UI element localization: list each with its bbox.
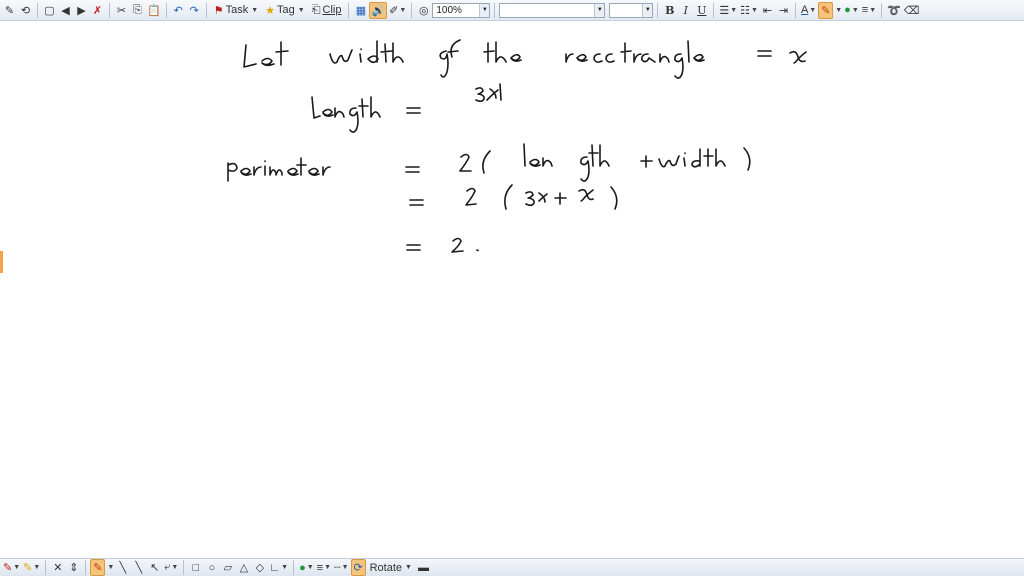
rotate-icon[interactable]: ⟳ <box>350 559 366 576</box>
dropdown-arrow-icon: ▼ <box>405 564 412 571</box>
connector-tool-icon[interactable]: ⤶ ▼ <box>163 559 179 576</box>
toolbar-divider <box>37 2 38 18</box>
bold-button[interactable]: B <box>662 2 677 19</box>
delete-page-icon[interactable]: ✗ <box>90 2 105 19</box>
dropdown-arrow-icon: ▼ <box>642 3 653 17</box>
clip-icon: ⎗ <box>311 3 321 16</box>
task-label: Task <box>225 4 249 16</box>
toolbar-divider <box>85 560 87 575</box>
copy-icon[interactable]: ⎘ <box>130 2 145 19</box>
tag-button[interactable]: ★ Tag ▼ <box>262 2 308 19</box>
decrease-indent-icon[interactable]: ⇤ <box>760 2 775 19</box>
task-button[interactable]: ⚑ Task ▼ <box>211 2 261 19</box>
arrow-line-tool-icon[interactable]: ╲ <box>131 559 146 576</box>
line-weight-tool-icon[interactable]: ≡ ▼ <box>316 559 332 576</box>
next-page-icon[interactable]: ▶ <box>74 2 89 19</box>
clip-button[interactable]: ⎗ Clip <box>309 2 345 19</box>
increase-indent-icon[interactable]: ⇥ <box>776 2 791 19</box>
eraser-tool-icon[interactable]: ✕ <box>50 559 65 576</box>
zoom-select[interactable]: 100% ▼ <box>432 2 491 18</box>
arrow-tool-icon[interactable]: ↖ <box>147 559 162 576</box>
dropdown-arrow-icon: ▼ <box>297 6 305 14</box>
previous-page-icon[interactable]: ◀ <box>58 2 73 19</box>
zoom-icon[interactable]: ◎ <box>416 2 431 19</box>
bullet-list-icon[interactable]: ☰ ▼ <box>718 2 738 19</box>
handwritten-line-5: = 2 <box>406 237 479 253</box>
ellipse-tool-icon[interactable]: ○ <box>204 559 219 576</box>
clip-label: Clip <box>322 4 342 16</box>
line-tool-icon[interactable]: ╲ <box>115 559 130 576</box>
redo-icon[interactable]: ↷ <box>187 2 202 19</box>
dropdown-arrow-icon: ▼ <box>251 6 259 14</box>
toolbar-divider <box>109 2 110 18</box>
font-name-select[interactable]: ▼ <box>499 2 606 18</box>
star-icon: ★ <box>265 4 276 17</box>
toolbar-divider <box>794 2 796 18</box>
fill-color-tool-icon[interactable]: ● ▼ <box>298 559 315 576</box>
pen-select-icon[interactable]: ✎ <box>2 2 17 19</box>
dropdown-arrow-icon[interactable]: ▼ <box>107 564 114 571</box>
underline-button[interactable]: U <box>694 2 709 19</box>
numbered-list-icon[interactable]: ☷ ▼ <box>739 2 759 19</box>
handwriting-ink: Let width of the rectangle = x length = … <box>227 39 807 253</box>
handwritten-line-2: length = 3x <box>311 83 502 133</box>
italic-button[interactable]: I <box>678 2 693 19</box>
dropdown-arrow-icon: ▼ <box>594 3 605 17</box>
flag-icon: ⚑ <box>213 4 224 17</box>
pen-color-tool-icon[interactable]: ✎ <box>90 559 106 576</box>
undo-icon[interactable]: ↶ <box>171 2 186 19</box>
handwritten-line-4: = 2 ( 3x + x) <box>409 184 618 210</box>
dropdown-arrow-icon[interactable]: ▼ <box>835 7 842 14</box>
toolbar-divider <box>881 2 883 18</box>
parallelogram-tool-icon[interactable]: ▱ <box>220 559 235 576</box>
toolbar-divider <box>348 2 350 18</box>
table-icon[interactable]: ▦ <box>353 2 368 19</box>
axis-tool-icon[interactable]: ∟ ▼ <box>268 559 289 576</box>
highlighter-tool-icon[interactable]: ✎ ▼ <box>22 559 41 576</box>
toolbar-divider <box>45 560 47 575</box>
toolbar-divider <box>713 2 715 18</box>
handwritten-line-1: Let width of the rectangle = x <box>243 39 807 79</box>
font-color-button[interactable]: A ▼ <box>800 2 817 19</box>
rectangle-tool-icon[interactable]: □ <box>188 559 203 576</box>
audio-icon[interactable]: 🔊 <box>369 1 388 19</box>
triangle-tool-icon[interactable]: △ <box>236 559 251 576</box>
handwritten-line-3: Perimeter = 2( length + width) <box>227 143 751 182</box>
insert-space-icon[interactable]: ⇕ <box>66 559 81 576</box>
pen-icon[interactable]: ✐ ▼ <box>388 2 407 19</box>
cut-icon[interactable]: ✂ <box>114 2 129 19</box>
rotate-button[interactable]: Rotate ▼ <box>367 559 415 576</box>
note-canvas[interactable]: Let width of the rectangle = x length = … <box>0 21 1024 558</box>
diamond-tool-icon[interactable]: ◇ <box>252 559 267 576</box>
dropdown-arrow-icon: ▼ <box>479 3 490 17</box>
toolbar-divider <box>183 560 185 575</box>
more-tools-icon[interactable]: ▬ <box>416 559 431 576</box>
rotate-label: Rotate <box>369 561 403 574</box>
dropdown-arrow-icon: ▼ <box>809 6 817 14</box>
toolbar-divider <box>657 2 659 18</box>
tag-label: Tag <box>277 4 295 16</box>
font-color-label: A <box>800 4 809 16</box>
toolbar-divider <box>205 2 207 18</box>
toolbar-divider <box>293 560 295 575</box>
line-style-tool-icon[interactable]: ┄ ▼ <box>333 559 350 576</box>
toolbar-divider <box>165 2 167 18</box>
pen-color-icon[interactable]: ✎ <box>818 1 834 19</box>
main-toolbar: ✎ ⟲ ▢ ◀ ▶ ✗ ✂ ⎘ 📋 ↶ ↷ ⚑ Task ▼ ★ Tag ▼ ⎗… <box>0 0 1024 21</box>
fill-color-icon[interactable]: ● ▼ <box>843 2 860 19</box>
toolbar-divider <box>411 2 413 18</box>
eraser-icon[interactable]: ⌫ <box>903 2 921 19</box>
font-size-select[interactable]: ▼ <box>609 2 654 18</box>
paste-icon[interactable]: 📋 <box>146 2 162 19</box>
pen-tool-icon[interactable]: ✎ ▼ <box>2 559 21 576</box>
drawing-toolbar: ✎ ▼ ✎ ▼ ✕ ⇕ ✎ ▼ ╲ ╲ ↖ ⤶ ▼ □ ○ ▱ △ ◇ ∟ ▼ ● ▼ ≡… <box>0 558 1024 576</box>
new-page-icon[interactable]: ▢ <box>42 2 57 19</box>
zoom-value: 100% <box>436 4 462 16</box>
toolbar-divider <box>494 2 496 18</box>
lasso-icon[interactable]: ⟲ <box>18 2 33 19</box>
line-weight-icon[interactable]: ≡ ▼ <box>861 2 877 19</box>
lasso-select-icon[interactable]: ➰ <box>886 2 902 19</box>
